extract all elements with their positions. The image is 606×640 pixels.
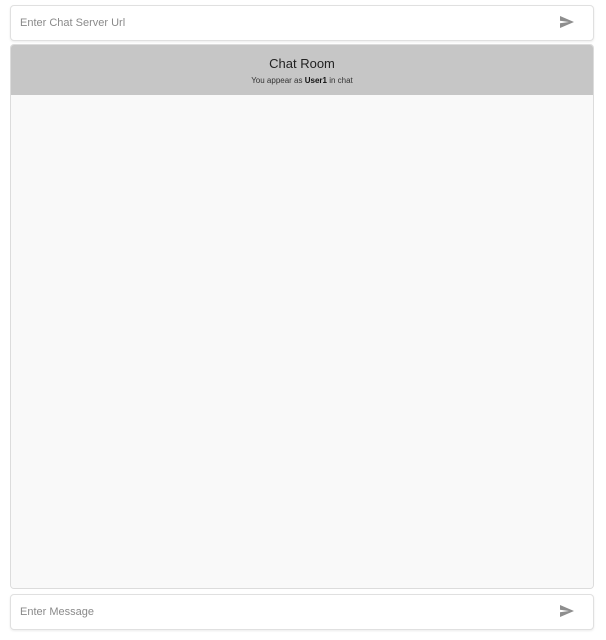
message-bar: [10, 594, 594, 630]
subtitle-prefix: You appear as: [251, 76, 305, 85]
chat-header: Chat Room You appear as User1 in chat: [11, 45, 593, 95]
chat-room-title: Chat Room: [269, 56, 335, 71]
connect-send-button[interactable]: [549, 6, 585, 40]
subtitle-suffix: in chat: [326, 76, 353, 85]
chat-room-panel: Chat Room You appear as User1 in chat: [10, 44, 594, 589]
messages-area[interactable]: [11, 95, 593, 588]
server-url-input[interactable]: [11, 6, 549, 40]
current-username: User1: [304, 76, 327, 85]
chat-room-subtitle: You appear as User1 in chat: [11, 76, 593, 86]
server-url-bar: [10, 5, 594, 41]
send-icon: [560, 604, 574, 620]
send-icon: [560, 15, 574, 31]
message-input[interactable]: [11, 595, 549, 629]
send-message-button[interactable]: [549, 595, 585, 629]
